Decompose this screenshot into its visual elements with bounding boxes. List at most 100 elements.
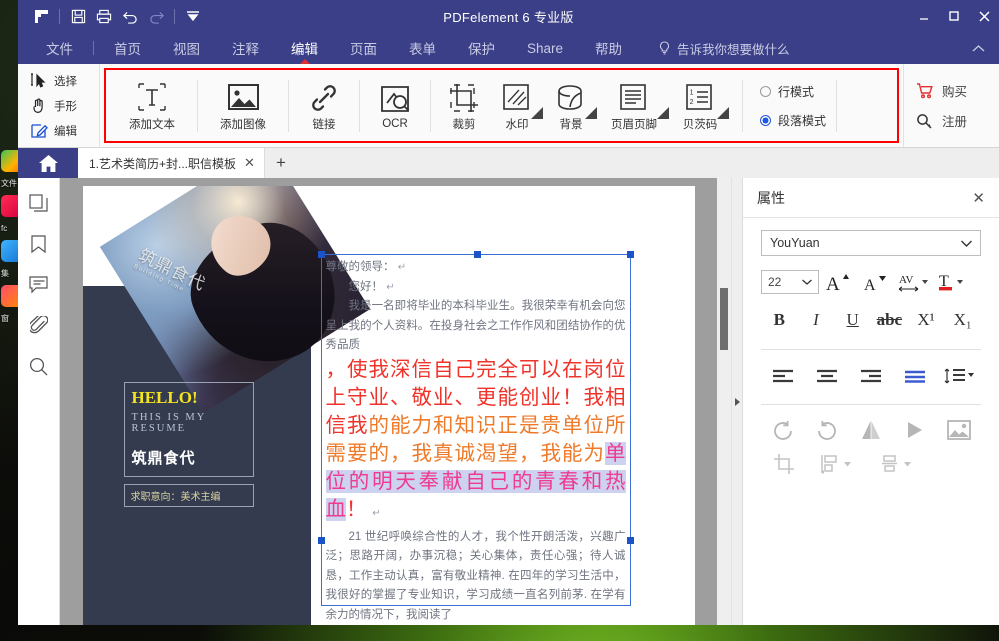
close-panel-icon[interactable]: ✕ <box>972 189 985 207</box>
resize-handle-top-right[interactable] <box>626 251 634 258</box>
crop-button[interactable]: 裁剪 <box>438 79 490 132</box>
tool-hand[interactable]: 手形 <box>30 95 99 117</box>
tab-page[interactable]: 页面 <box>334 32 393 64</box>
tab-form[interactable]: 表单 <box>393 32 452 64</box>
flip-vertical-icon[interactable] <box>893 415 937 445</box>
document-viewer[interactable]: 筑鼎食代 Building Time HELLO! THIS IS MY RES… <box>60 178 731 625</box>
background-button[interactable]: 背景 <box>544 79 598 132</box>
tab-protect[interactable]: 保护 <box>452 32 511 64</box>
tool-edit[interactable]: 编辑 <box>30 120 99 142</box>
maximize-button[interactable] <box>939 0 969 32</box>
radio-paragraph-mode[interactable]: 段落模式 <box>760 112 826 129</box>
pdf-page[interactable]: 筑鼎食代 Building Time HELLO! THIS IS MY RES… <box>82 186 695 625</box>
italic-icon[interactable]: I <box>798 306 835 334</box>
line-spacing-icon[interactable] <box>937 361 981 391</box>
cover-title-box[interactable]: HELLO! THIS IS MY RESUME 筑鼎食代 <box>123 382 254 477</box>
divider <box>836 79 838 132</box>
align-center-icon[interactable] <box>805 361 849 391</box>
radio-line-mode[interactable]: 行模式 <box>760 83 826 100</box>
selected-text-block[interactable]: 尊敬的领导： ↵ 您好！ ↵ 我是一名即将毕业的本科毕业生。我很荣幸有机会向您呈… <box>317 251 634 621</box>
add-text-button[interactable]: 添加文本 <box>114 79 190 132</box>
tab-home[interactable]: 首页 <box>98 32 157 64</box>
buy-button[interactable]: 购买 <box>916 81 999 100</box>
tab-file[interactable]: 文件 <box>30 32 89 64</box>
undo-icon[interactable] <box>117 4 143 28</box>
ocr-button[interactable]: OCR <box>367 81 423 130</box>
cover-subtitle-text: THIS IS MY RESUME <box>131 412 206 434</box>
replace-image-icon[interactable] <box>937 415 981 445</box>
link-button[interactable]: 链接 <box>296 79 352 132</box>
tab-comment[interactable]: 注释 <box>216 32 275 64</box>
decrease-font-size-icon[interactable]: A <box>857 268 895 296</box>
close-tab-icon[interactable]: ✕ <box>244 155 255 171</box>
tool-select[interactable]: 选择 <box>30 70 99 92</box>
background-dropdown-icon[interactable] <box>585 107 597 119</box>
quick-access-toolbar <box>18 4 206 28</box>
thumbnails-icon[interactable] <box>29 194 48 213</box>
print-icon[interactable] <box>91 4 117 28</box>
underline-icon[interactable]: U <box>834 306 871 334</box>
text-content[interactable]: 尊敬的领导： ↵ 您好！ ↵ 我是一名即将毕业的本科毕业生。我很荣幸有机会向您呈… <box>322 255 630 625</box>
text-paragraph-1: 我是一名即将毕业的本科毕业生。我很荣幸有机会向您呈上我的个人资料。在投身社会之工… <box>325 300 626 351</box>
customize-qat-icon[interactable] <box>180 4 206 28</box>
font-family-select[interactable]: YouYuan <box>761 230 981 256</box>
font-color-icon[interactable]: T <box>933 268 971 296</box>
increase-font-size-icon[interactable]: A <box>819 268 857 296</box>
bookmark-icon[interactable] <box>30 235 47 254</box>
tab-edit[interactable]: 编辑 <box>275 32 334 64</box>
text-paragraph-2-styled: ，使我深信自己完全可以在岗位上守业、敬业、更能创业！我相信我的能力和知识正是贵单… <box>325 356 626 528</box>
comment-icon[interactable] <box>29 276 48 294</box>
register-button[interactable]: 注册 <box>916 111 999 130</box>
home-icon[interactable] <box>18 148 78 178</box>
document-tab[interactable]: 1.艺术类简历+封...职信模板 ✕ <box>78 148 265 178</box>
minimize-button[interactable] <box>909 0 939 32</box>
resize-handle-top-center[interactable] <box>473 251 481 258</box>
subscript-icon[interactable]: X₁ <box>944 306 981 334</box>
header-footer-icon <box>619 79 649 113</box>
align-right-icon[interactable] <box>849 361 893 391</box>
tab-help[interactable]: 帮助 <box>579 32 638 64</box>
search-icon[interactable] <box>29 357 48 376</box>
watermark-button[interactable]: 水印 <box>490 79 544 132</box>
resize-handle-mid-left[interactable] <box>317 537 325 544</box>
new-tab-button[interactable]: + <box>265 148 297 178</box>
rotate-left-icon[interactable] <box>761 415 805 445</box>
scrollbar-thumb[interactable] <box>720 288 728 350</box>
tell-me-search[interactable]: 告诉我你想要做什么 <box>638 32 790 64</box>
app-logo-icon[interactable] <box>28 4 54 28</box>
panel-collapse-handle[interactable] <box>731 178 742 625</box>
header-footer-dropdown-icon[interactable] <box>657 107 669 119</box>
resize-handle-mid-right[interactable] <box>626 537 634 544</box>
font-size-select[interactable]: 22 <box>761 270 819 294</box>
bates-numbering-button[interactable]: 1 2 贝茨码 <box>670 79 730 132</box>
ribbon-tab-bar: 文件 首页 视图 注释 编辑 页面 表单 保护 Share 帮助 告诉我你想要做… <box>18 32 999 64</box>
ribbon-edit-panel: 选择 手形 编辑 添加文本 添加图像 链接 OCR 裁剪 水印 背景 页眉页脚 … <box>18 64 999 148</box>
crop-image-icon[interactable] <box>761 449 807 479</box>
watermark-icon <box>502 79 532 113</box>
strikethrough-icon[interactable]: abc <box>871 306 908 334</box>
save-icon[interactable] <box>65 4 91 28</box>
add-image-button[interactable]: 添加图像 <box>205 79 281 132</box>
attachment-icon[interactable] <box>29 316 48 335</box>
header-footer-button[interactable]: 页眉页脚 <box>598 79 670 132</box>
flip-horizontal-icon[interactable] <box>849 415 893 445</box>
align-objects-icon[interactable] <box>807 449 867 479</box>
cover-hello-text: HELLO! <box>131 388 198 407</box>
bates-dropdown-icon[interactable] <box>717 107 729 119</box>
tab-share[interactable]: Share <box>511 32 579 64</box>
divider <box>93 41 94 55</box>
chevron-up-icon[interactable] <box>972 32 999 64</box>
align-justify-icon[interactable] <box>893 361 937 391</box>
distribute-objects-icon[interactable] <box>867 449 927 479</box>
superscript-icon[interactable]: X¹ <box>908 306 945 334</box>
align-left-icon[interactable] <box>761 361 805 391</box>
page-scrollbar[interactable] <box>717 178 731 625</box>
rotate-right-icon[interactable] <box>805 415 849 445</box>
character-spacing-icon[interactable]: AV <box>895 268 933 296</box>
tab-view[interactable]: 视图 <box>157 32 216 64</box>
resize-handle-top-left[interactable] <box>317 251 325 258</box>
watermark-dropdown-icon[interactable] <box>531 107 543 119</box>
bold-icon[interactable]: B <box>761 306 798 334</box>
close-button[interactable] <box>969 0 999 32</box>
cover-intent-box[interactable]: 求职意向：美术主编 <box>123 484 254 507</box>
